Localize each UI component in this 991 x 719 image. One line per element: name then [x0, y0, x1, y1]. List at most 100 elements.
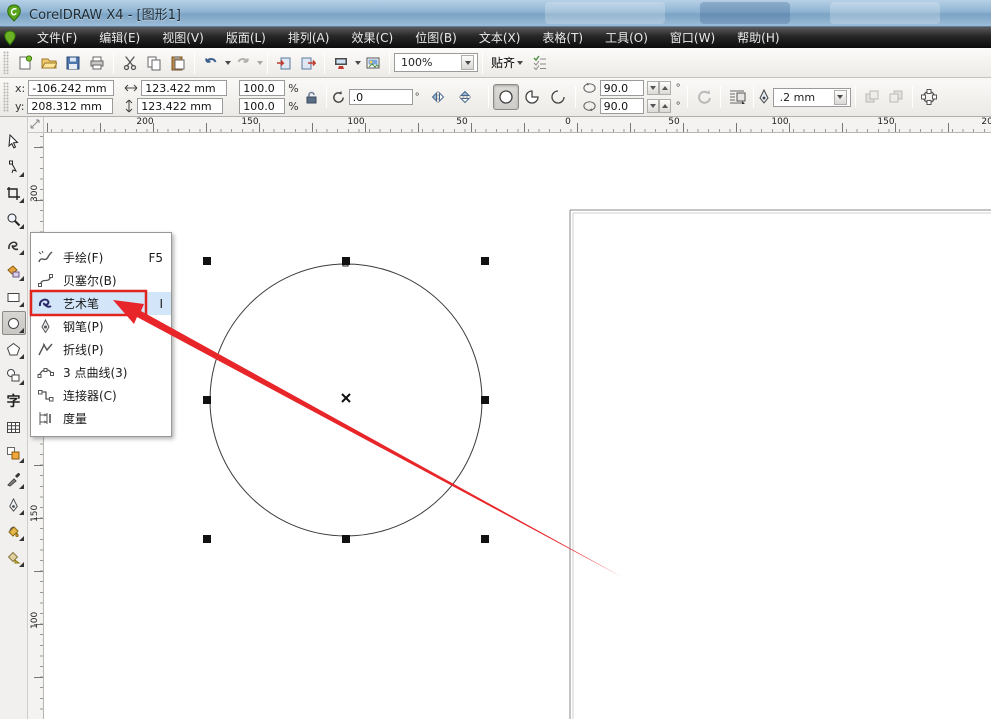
ellipse-tool[interactable]: [2, 311, 26, 335]
flyout-item-polyline[interactable]: 折线(P): [31, 338, 171, 361]
arc-start-down-button[interactable]: [647, 81, 659, 95]
propbar-grip[interactable]: [3, 82, 9, 112]
hruler-label: 200: [981, 117, 991, 127]
horizontal-ruler[interactable]: 200 150 100 50 0 50 100 150 200: [44, 117, 991, 133]
menu-tools[interactable]: 工具(O): [594, 27, 659, 48]
to-back-button[interactable]: [884, 85, 908, 109]
basic-shapes-tool[interactable]: [2, 363, 26, 387]
flyout-item-3-point-curve[interactable]: 3 点曲线(3): [31, 361, 171, 384]
outline-pen-tool[interactable]: [2, 493, 26, 517]
y-position-field[interactable]: [27, 98, 113, 114]
arc-start-angle-field[interactable]: [600, 80, 644, 96]
arc-mode-button[interactable]: [545, 84, 571, 110]
rotation-center-mark[interactable]: [342, 394, 350, 402]
rotation-angle-field[interactable]: [349, 89, 413, 105]
text-tool[interactable]: 字: [2, 389, 26, 413]
menu-text[interactable]: 文本(X): [468, 27, 532, 48]
selection-handle-top-center[interactable]: [342, 257, 350, 265]
toolbar-grip[interactable]: [3, 51, 9, 74]
rectangle-tool[interactable]: [2, 285, 26, 309]
print-button[interactable]: [85, 51, 109, 75]
application-launcher-button[interactable]: [329, 51, 353, 75]
arc-start-up-button[interactable]: [659, 81, 671, 95]
flyout-item-pen[interactable]: 钢笔(P): [31, 315, 171, 338]
ruler-origin[interactable]: [28, 117, 44, 133]
selection-handle-middle-left[interactable]: [203, 396, 211, 404]
undo-button[interactable]: [199, 51, 223, 75]
menu-view[interactable]: 视图(V): [151, 27, 215, 48]
interactive-fill-tool[interactable]: [2, 545, 26, 569]
zoom-levels-combo[interactable]: 100%: [394, 53, 478, 72]
curve-tool[interactable]: [2, 233, 26, 257]
document-menu-icon[interactable]: [2, 30, 18, 46]
flyout-item-freehand[interactable]: 手绘(F) F5: [31, 246, 171, 269]
quick-customize-button[interactable]: [917, 85, 941, 109]
alignment-options-button[interactable]: [527, 51, 551, 75]
eyedropper-tool[interactable]: [2, 467, 26, 491]
selection-handle-top-right[interactable]: [481, 257, 489, 265]
outline-width-combo[interactable]: .2 mm: [773, 88, 851, 107]
paste-button[interactable]: [166, 51, 190, 75]
mirror-horizontal-button[interactable]: [428, 86, 450, 108]
open-button[interactable]: [37, 51, 61, 75]
x-position-field[interactable]: [28, 80, 114, 96]
zoom-tool[interactable]: [2, 207, 26, 231]
selection-handle-bottom-center[interactable]: [342, 535, 350, 543]
polygon-tool[interactable]: [2, 337, 26, 361]
arc-end-down-button[interactable]: [647, 99, 659, 113]
selection-handle-middle-right[interactable]: [481, 396, 489, 404]
save-button[interactable]: [61, 51, 85, 75]
menu-layout[interactable]: 版面(L): [215, 27, 277, 48]
import-button[interactable]: [272, 51, 296, 75]
scale-v-field[interactable]: [239, 98, 285, 114]
zoom-combo-arrow[interactable]: [461, 55, 474, 70]
crop-tool[interactable]: [2, 181, 26, 205]
menu-bitmaps[interactable]: 位图(B): [404, 27, 468, 48]
flyout-item-artistic-media[interactable]: 艺术笔 I: [31, 292, 171, 315]
export-button[interactable]: [296, 51, 320, 75]
arc-end-angle-field[interactable]: [600, 98, 644, 114]
hruler-label: 100: [347, 117, 364, 127]
menu-help[interactable]: 帮助(H): [726, 27, 790, 48]
selected-ellipse[interactable]: [210, 264, 482, 536]
menu-effects[interactable]: 效果(C): [340, 27, 404, 48]
redo-button[interactable]: [231, 51, 255, 75]
to-front-button[interactable]: [860, 85, 884, 109]
change-direction-button[interactable]: [692, 85, 716, 109]
menu-window[interactable]: 窗口(W): [659, 27, 726, 48]
object-height-field[interactable]: [137, 98, 223, 114]
menu-table[interactable]: 表格(T): [531, 27, 594, 48]
selection-handle-bottom-left[interactable]: [203, 535, 211, 543]
scale-lock-icon[interactable]: [305, 90, 318, 105]
new-document-button[interactable]: [13, 51, 37, 75]
scale-h-field[interactable]: [239, 80, 285, 96]
flyout-item-dimension[interactable]: 度量: [31, 407, 171, 430]
menu-file[interactable]: 文件(F): [26, 27, 88, 48]
drawing-canvas[interactable]: [44, 133, 991, 719]
fill-tool[interactable]: [2, 519, 26, 543]
object-width-field[interactable]: [141, 80, 227, 96]
shape-tool[interactable]: [2, 155, 26, 179]
welcome-screen-button[interactable]: [361, 51, 385, 75]
redo-dropdown[interactable]: [257, 61, 263, 65]
arc-end-up-button[interactable]: [659, 99, 671, 113]
ellipse-mode-button[interactable]: [493, 84, 519, 110]
table-tool[interactable]: [2, 415, 26, 439]
background-blur: [830, 2, 940, 24]
menu-edit[interactable]: 编辑(E): [88, 27, 151, 48]
outline-width-arrow[interactable]: [834, 90, 847, 105]
smart-fill-tool[interactable]: [2, 259, 26, 283]
copy-button[interactable]: [142, 51, 166, 75]
mirror-vertical-button[interactable]: [454, 86, 476, 108]
selection-handle-bottom-right[interactable]: [481, 535, 489, 543]
cut-button[interactable]: [118, 51, 142, 75]
snap-to-dropdown[interactable]: 贴齐: [487, 52, 527, 73]
pie-mode-button[interactable]: [519, 84, 545, 110]
menu-arrange[interactable]: 排列(A): [277, 27, 341, 48]
selection-handle-top-left[interactable]: [203, 257, 211, 265]
flyout-item-bezier[interactable]: 贝塞尔(B): [31, 269, 171, 292]
wrap-paragraph-text-button[interactable]: [725, 85, 749, 109]
pick-tool[interactable]: [2, 129, 26, 153]
interactive-blend-tool[interactable]: [2, 441, 26, 465]
flyout-item-connector[interactable]: 连接器(C): [31, 384, 171, 407]
